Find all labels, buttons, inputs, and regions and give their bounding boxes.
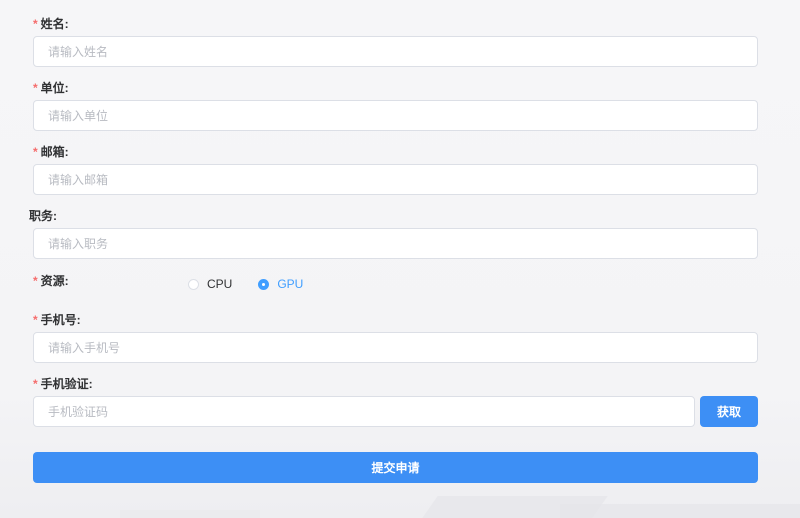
phone-label-text: 手机号: [40, 313, 81, 327]
radio-gpu[interactable]: GPU [258, 277, 303, 291]
position-label-text: 职务: [29, 209, 57, 223]
unit-label: * 单位: [33, 80, 69, 96]
required-star: * [33, 17, 38, 31]
resource-radio-group: CPU GPU [188, 276, 329, 292]
verify-code-input[interactable] [33, 396, 695, 427]
required-star: * [33, 377, 38, 391]
name-input[interactable] [33, 36, 758, 67]
name-label: * 姓名: [33, 16, 69, 32]
email-input[interactable] [33, 164, 758, 195]
position-input[interactable] [33, 228, 758, 259]
verify-label-text: 手机验证: [40, 377, 93, 391]
radio-checked-icon[interactable] [258, 278, 270, 290]
phone-input[interactable] [33, 332, 758, 363]
get-code-button[interactable]: 获取 [700, 396, 758, 427]
resource-label-text: 资源: [40, 274, 69, 288]
required-star: * [33, 313, 38, 327]
radio-cpu[interactable]: CPU [188, 277, 232, 291]
radio-gpu-label: GPU [277, 277, 304, 291]
required-star: * [33, 274, 38, 288]
required-star: * [33, 145, 38, 159]
unit-label-text: 单位: [40, 81, 69, 95]
resource-label: * 资源: [33, 273, 69, 289]
submit-button[interactable]: 提交申请 [33, 452, 758, 483]
unit-input[interactable] [33, 100, 758, 131]
required-star: * [33, 81, 38, 95]
email-label-text: 邮箱: [40, 145, 69, 159]
radio-circle-icon[interactable] [188, 278, 199, 290]
verify-label: * 手机验证: [33, 376, 93, 392]
radio-cpu-label: CPU [207, 277, 233, 291]
phone-label: * 手机号: [33, 312, 81, 328]
name-label-text: 姓名: [40, 17, 69, 31]
email-label: * 邮箱: [33, 144, 69, 160]
position-label: 职务: [29, 208, 57, 224]
